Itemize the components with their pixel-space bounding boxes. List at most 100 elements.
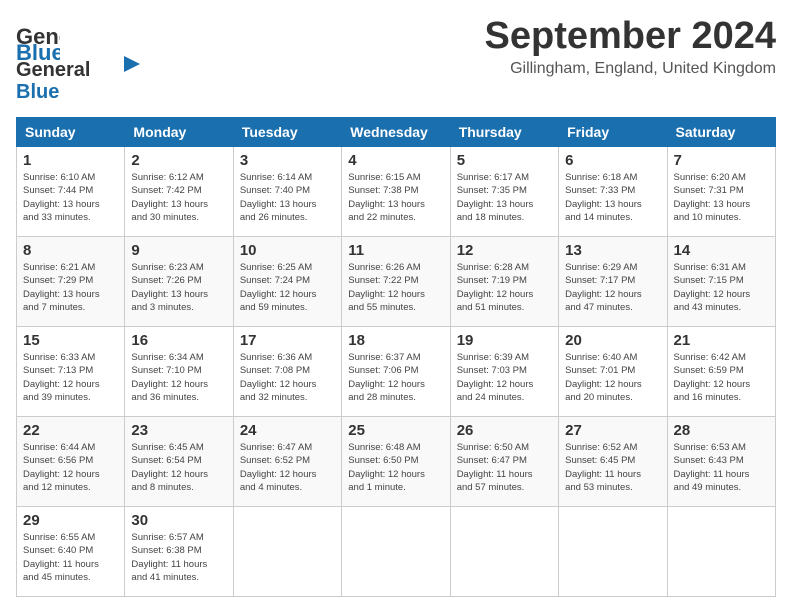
- day-info: Sunrise: 6:57 AM Sunset: 6:38 PM Dayligh…: [131, 531, 226, 584]
- day-number: 8: [23, 242, 118, 259]
- table-row: 18Sunrise: 6:37 AM Sunset: 7:06 PM Dayli…: [342, 327, 450, 417]
- table-row: 28 Sunrise: 6:53 AM Sunset: 6:43 PM Dayli…: [667, 417, 775, 507]
- calendar-week-row: 29 Sunrise: 6:55 AM Sunset: 6:40 PM Dayli…: [17, 507, 776, 597]
- day-info: Sunrise: 6:50 AM Sunset: 6:47 PM Dayligh…: [457, 441, 552, 494]
- table-row: 19Sunrise: 6:39 AM Sunset: 7:03 PM Dayli…: [450, 327, 558, 417]
- table-row: 29 Sunrise: 6:55 AM Sunset: 6:40 PM Dayli…: [17, 507, 125, 597]
- title-area: September 2024 Gillingham, England, Unit…: [485, 16, 777, 78]
- table-row: [342, 507, 450, 597]
- table-row: 17Sunrise: 6:36 AM Sunset: 7:08 PM Dayli…: [233, 327, 341, 417]
- month-title: September 2024: [485, 16, 777, 58]
- day-info: Sunrise: 6:48 AM Sunset: 6:50 PM Dayligh…: [348, 441, 443, 494]
- day-info: Sunrise: 6:31 AM Sunset: 7:15 PM Dayligh…: [674, 261, 769, 314]
- col-monday: Monday: [125, 118, 233, 147]
- table-row: 11Sunrise: 6:26 AM Sunset: 7:22 PM Dayli…: [342, 237, 450, 327]
- day-info: Sunrise: 6:15 AM Sunset: 7:38 PM Dayligh…: [348, 171, 443, 224]
- day-number: 9: [131, 242, 226, 259]
- day-number: 27: [565, 422, 660, 439]
- day-number: 15: [23, 332, 118, 349]
- day-info: Sunrise: 6:42 AM Sunset: 6:59 PM Dayligh…: [674, 351, 769, 404]
- svg-text:General: General: [16, 59, 90, 81]
- day-number: 28: [674, 422, 769, 439]
- day-info: Sunrise: 6:17 AM Sunset: 7:35 PM Dayligh…: [457, 171, 552, 224]
- table-row: [233, 507, 341, 597]
- table-row: 14Sunrise: 6:31 AM Sunset: 7:15 PM Dayli…: [667, 237, 775, 327]
- col-tuesday: Tuesday: [233, 118, 341, 147]
- table-row: 8 Sunrise: 6:21 AM Sunset: 7:29 PM Daylig…: [17, 237, 125, 327]
- day-info: Sunrise: 6:37 AM Sunset: 7:06 PM Dayligh…: [348, 351, 443, 404]
- day-number: 29: [23, 512, 118, 529]
- day-info: Sunrise: 6:44 AM Sunset: 6:56 PM Dayligh…: [23, 441, 118, 494]
- day-number: 10: [240, 242, 335, 259]
- table-row: 7 Sunrise: 6:20 AM Sunset: 7:31 PM Daylig…: [667, 147, 775, 237]
- col-thursday: Thursday: [450, 118, 558, 147]
- day-number: 7: [674, 152, 769, 169]
- table-row: 10 Sunrise: 6:25 AM Sunset: 7:24 PM Dayli…: [233, 237, 341, 327]
- day-number: 21: [674, 332, 769, 349]
- day-info: Sunrise: 6:53 AM Sunset: 6:43 PM Dayligh…: [674, 441, 769, 494]
- day-number: 13: [565, 242, 660, 259]
- day-info: Sunrise: 6:55 AM Sunset: 6:40 PM Dayligh…: [23, 531, 118, 584]
- table-row: 16Sunrise: 6:34 AM Sunset: 7:10 PM Dayli…: [125, 327, 233, 417]
- day-info: Sunrise: 6:29 AM Sunset: 7:17 PM Dayligh…: [565, 261, 660, 314]
- table-row: 9 Sunrise: 6:23 AM Sunset: 7:26 PM Daylig…: [125, 237, 233, 327]
- calendar-week-row: 15 Sunrise: 6:33 AM Sunset: 7:13 PM Dayli…: [17, 327, 776, 417]
- day-number: 26: [457, 422, 552, 439]
- day-info: Sunrise: 6:52 AM Sunset: 6:45 PM Dayligh…: [565, 441, 660, 494]
- day-number: 17: [240, 332, 335, 349]
- table-row: 24Sunrise: 6:47 AM Sunset: 6:52 PM Dayli…: [233, 417, 341, 507]
- table-row: 4 Sunrise: 6:15 AM Sunset: 7:38 PM Daylig…: [342, 147, 450, 237]
- day-info: Sunrise: 6:47 AM Sunset: 6:52 PM Dayligh…: [240, 441, 335, 494]
- page-header: General Blue General Blue September 2024…: [16, 16, 776, 109]
- table-row: 12 Sunrise: 6:28 AM Sunset: 7:19 PM Dayli…: [450, 237, 558, 327]
- table-row: 27 Sunrise: 6:52 AM Sunset: 6:45 PM Dayli…: [559, 417, 667, 507]
- col-sunday: Sunday: [17, 118, 125, 147]
- day-number: 23: [131, 422, 226, 439]
- day-info: Sunrise: 6:40 AM Sunset: 7:01 PM Dayligh…: [565, 351, 660, 404]
- day-info: Sunrise: 6:23 AM Sunset: 7:26 PM Dayligh…: [131, 261, 226, 314]
- day-info: Sunrise: 6:12 AM Sunset: 7:42 PM Dayligh…: [131, 171, 226, 224]
- table-row: 2 Sunrise: 6:12 AM Sunset: 7:42 PM Daylig…: [125, 147, 233, 237]
- day-number: 6: [565, 152, 660, 169]
- day-number: 22: [23, 422, 118, 439]
- location: Gillingham, England, United Kingdom: [485, 60, 777, 78]
- day-info: Sunrise: 6:45 AM Sunset: 6:54 PM Dayligh…: [131, 441, 226, 494]
- day-info: Sunrise: 6:28 AM Sunset: 7:19 PM Dayligh…: [457, 261, 552, 314]
- day-number: 25: [348, 422, 443, 439]
- calendar-week-row: 1 Sunrise: 6:10 AM Sunset: 7:44 PM Daylig…: [17, 147, 776, 237]
- col-saturday: Saturday: [667, 118, 775, 147]
- day-info: Sunrise: 6:14 AM Sunset: 7:40 PM Dayligh…: [240, 171, 335, 224]
- day-number: 30: [131, 512, 226, 529]
- day-info: Sunrise: 6:20 AM Sunset: 7:31 PM Dayligh…: [674, 171, 769, 224]
- day-info: Sunrise: 6:26 AM Sunset: 7:22 PM Dayligh…: [348, 261, 443, 314]
- day-number: 19: [457, 332, 552, 349]
- logo: General Blue General Blue: [16, 16, 146, 109]
- table-row: [559, 507, 667, 597]
- table-row: 20Sunrise: 6:40 AM Sunset: 7:01 PM Dayli…: [559, 327, 667, 417]
- day-info: Sunrise: 6:10 AM Sunset: 7:44 PM Dayligh…: [23, 171, 118, 224]
- table-row: [667, 507, 775, 597]
- day-info: Sunrise: 6:21 AM Sunset: 7:29 PM Dayligh…: [23, 261, 118, 314]
- day-number: 1: [23, 152, 118, 169]
- table-row: 6 Sunrise: 6:18 AM Sunset: 7:33 PM Daylig…: [559, 147, 667, 237]
- day-number: 4: [348, 152, 443, 169]
- day-info: Sunrise: 6:34 AM Sunset: 7:10 PM Dayligh…: [131, 351, 226, 404]
- calendar-week-row: 8 Sunrise: 6:21 AM Sunset: 7:29 PM Daylig…: [17, 237, 776, 327]
- svg-text:Blue: Blue: [16, 81, 59, 103]
- table-row: 3 Sunrise: 6:14 AM Sunset: 7:40 PM Daylig…: [233, 147, 341, 237]
- table-row: 22 Sunrise: 6:44 AM Sunset: 6:56 PM Dayli…: [17, 417, 125, 507]
- table-row: 21 Sunrise: 6:42 AM Sunset: 6:59 PM Dayli…: [667, 327, 775, 417]
- table-row: [450, 507, 558, 597]
- day-number: 5: [457, 152, 552, 169]
- day-info: Sunrise: 6:25 AM Sunset: 7:24 PM Dayligh…: [240, 261, 335, 314]
- table-row: 15 Sunrise: 6:33 AM Sunset: 7:13 PM Dayli…: [17, 327, 125, 417]
- day-info: Sunrise: 6:33 AM Sunset: 7:13 PM Dayligh…: [23, 351, 118, 404]
- day-number: 2: [131, 152, 226, 169]
- logo-svg: General Blue: [16, 52, 146, 104]
- day-info: Sunrise: 6:18 AM Sunset: 7:33 PM Dayligh…: [565, 171, 660, 224]
- day-number: 12: [457, 242, 552, 259]
- table-row: 5 Sunrise: 6:17 AM Sunset: 7:35 PM Daylig…: [450, 147, 558, 237]
- day-number: 3: [240, 152, 335, 169]
- col-friday: Friday: [559, 118, 667, 147]
- table-row: 1 Sunrise: 6:10 AM Sunset: 7:44 PM Daylig…: [17, 147, 125, 237]
